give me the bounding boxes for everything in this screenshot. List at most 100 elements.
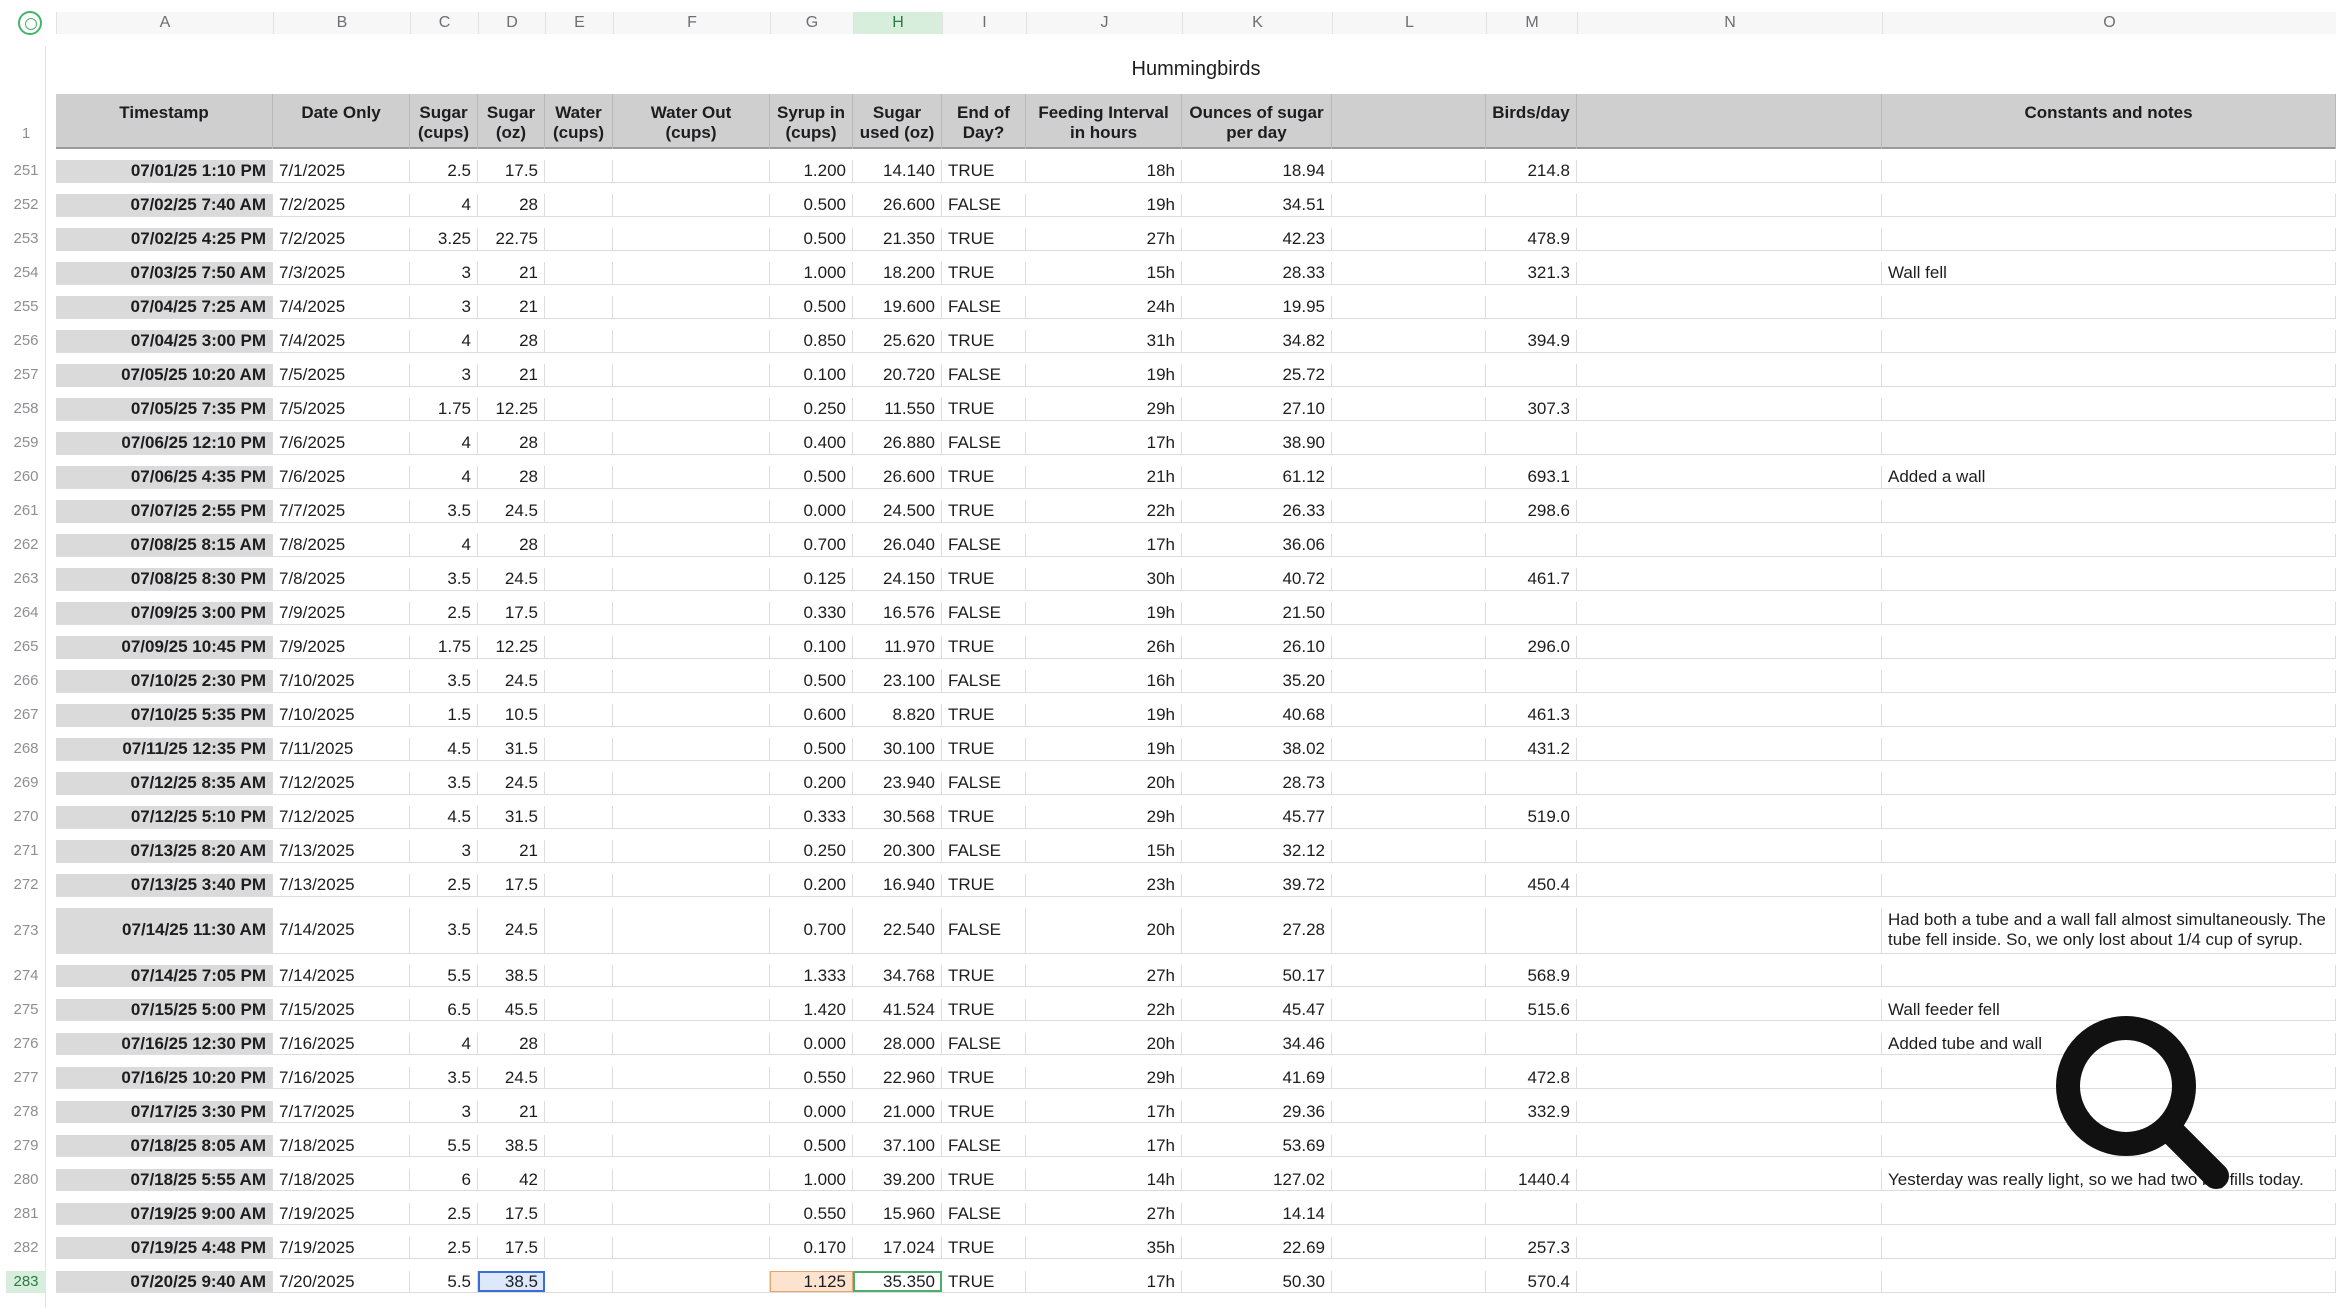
end-of-day-cell[interactable]: TRUE: [942, 262, 1026, 284]
timestamp-cell[interactable]: 07/14/25 7:05 PM: [56, 964, 273, 987]
sugar-oz-cell[interactable]: 28: [478, 466, 545, 488]
ounces-per-day-cell[interactable]: 26.33: [1182, 500, 1332, 522]
sugar-used-cell[interactable]: 21.000: [853, 1100, 942, 1123]
notes-cell[interactable]: Had both a tube and a wall fall almost s…: [1882, 908, 2336, 953]
notes-cell[interactable]: [1882, 840, 2336, 862]
empty-cell-e[interactable]: [545, 160, 613, 182]
notes-cell[interactable]: Added a wall: [1882, 466, 2336, 488]
timestamp-cell[interactable]: 07/01/25 1:10 PM: [56, 160, 273, 182]
empty-cell-l[interactable]: [1332, 806, 1486, 828]
notes-cell[interactable]: [1882, 500, 2336, 522]
column-letter-n[interactable]: N: [1577, 12, 1882, 34]
birds-per-day-cell[interactable]: 307.3: [1486, 398, 1577, 420]
empty-cell-n[interactable]: [1577, 1100, 1882, 1123]
feeding-interval-cell[interactable]: 29h: [1026, 1066, 1182, 1089]
empty-cell-l[interactable]: [1332, 738, 1486, 760]
empty-cell-n[interactable]: [1577, 534, 1882, 556]
empty-cell-n[interactable]: [1577, 1066, 1882, 1089]
feeding-interval-cell[interactable]: 19h: [1026, 704, 1182, 726]
timestamp-cell[interactable]: 07/05/25 7:35 PM: [56, 398, 273, 420]
timestamp-cell[interactable]: 07/06/25 12:10 PM: [56, 432, 273, 454]
syrup-in-cell[interactable]: 0.100: [770, 364, 853, 386]
header-cell-e[interactable]: Water (cups): [545, 94, 613, 149]
feeding-interval-cell[interactable]: 15h: [1026, 840, 1182, 862]
timestamp-cell[interactable]: 07/13/25 3:40 PM: [56, 874, 273, 896]
date-cell[interactable]: 7/6/2025: [273, 466, 410, 488]
empty-cell-n[interactable]: [1577, 1202, 1882, 1225]
end-of-day-cell[interactable]: TRUE: [942, 874, 1026, 896]
sugar-used-cell[interactable]: 22.540: [853, 908, 942, 953]
row-number[interactable]: 282: [6, 1237, 46, 1260]
ounces-per-day-cell[interactable]: 19.95: [1182, 296, 1332, 318]
sugar-cups-cell[interactable]: 3: [410, 840, 478, 862]
feeding-interval-cell[interactable]: 15h: [1026, 262, 1182, 284]
sugar-used-cell[interactable]: 19.600: [853, 296, 942, 318]
syrup-in-cell[interactable]: 1.000: [770, 1168, 853, 1191]
header-cell-l[interactable]: [1332, 94, 1486, 149]
ounces-per-day-cell[interactable]: 22.69: [1182, 1236, 1332, 1259]
row-number[interactable]: 274: [6, 965, 46, 988]
timestamp-cell[interactable]: 07/11/25 12:35 PM: [56, 738, 273, 760]
timestamp-cell[interactable]: 07/03/25 7:50 AM: [56, 262, 273, 284]
empty-cell-n[interactable]: [1577, 908, 1882, 953]
ounces-per-day-cell[interactable]: 45.47: [1182, 998, 1332, 1021]
date-cell[interactable]: 7/12/2025: [273, 806, 410, 828]
ounces-per-day-cell[interactable]: 53.69: [1182, 1134, 1332, 1157]
header-cell-f[interactable]: Water Out (cups): [613, 94, 770, 149]
empty-cell-n[interactable]: [1577, 704, 1882, 726]
empty-cell-n[interactable]: [1577, 738, 1882, 760]
sugar-cups-cell[interactable]: 3.25: [410, 228, 478, 250]
syrup-in-cell[interactable]: 0.250: [770, 398, 853, 420]
syrup-in-cell[interactable]: 0.500: [770, 1134, 853, 1157]
notes-cell[interactable]: [1882, 1236, 2336, 1259]
empty-cell-l[interactable]: [1332, 964, 1486, 987]
ounces-per-day-cell[interactable]: 50.17: [1182, 964, 1332, 987]
birds-per-day-cell[interactable]: 519.0: [1486, 806, 1577, 828]
column-letter-h[interactable]: H: [853, 12, 942, 34]
column-letter-i[interactable]: I: [942, 12, 1026, 34]
birds-per-day-cell[interactable]: 394.9: [1486, 330, 1577, 352]
empty-cell-n[interactable]: [1577, 840, 1882, 862]
birds-per-day-cell[interactable]: [1486, 908, 1577, 953]
end-of-day-cell[interactable]: TRUE: [942, 704, 1026, 726]
column-letter-a[interactable]: A: [56, 12, 273, 34]
syrup-in-cell[interactable]: 0.500: [770, 670, 853, 692]
header-cell-d[interactable]: Sugar (oz): [478, 94, 545, 149]
syrup-in-cell[interactable]: 0.400: [770, 432, 853, 454]
sugar-cups-cell[interactable]: 3: [410, 296, 478, 318]
timestamp-cell[interactable]: 07/12/25 8:35 AM: [56, 772, 273, 794]
empty-cell-l[interactable]: [1332, 1066, 1486, 1089]
birds-per-day-cell[interactable]: [1486, 1202, 1577, 1225]
empty-cell-n[interactable]: [1577, 194, 1882, 216]
birds-per-day-cell[interactable]: 568.9: [1486, 964, 1577, 987]
date-cell[interactable]: 7/3/2025: [273, 262, 410, 284]
sugar-cups-cell[interactable]: 3.5: [410, 908, 478, 953]
birds-per-day-cell[interactable]: [1486, 534, 1577, 556]
sugar-used-cell[interactable]: 26.040: [853, 534, 942, 556]
empty-cell-f[interactable]: [613, 568, 770, 590]
column-letter-o[interactable]: O: [1882, 12, 2336, 34]
timestamp-cell[interactable]: 07/10/25 2:30 PM: [56, 670, 273, 692]
end-of-day-cell[interactable]: FALSE: [942, 194, 1026, 216]
row-number[interactable]: 1: [6, 119, 46, 149]
date-cell[interactable]: 7/4/2025: [273, 296, 410, 318]
empty-cell-l[interactable]: [1332, 1134, 1486, 1157]
empty-cell-l[interactable]: [1332, 1168, 1486, 1191]
sugar-cups-cell[interactable]: 3: [410, 262, 478, 284]
empty-cell-n[interactable]: [1577, 874, 1882, 896]
birds-per-day-cell[interactable]: 693.1: [1486, 466, 1577, 488]
empty-cell-n[interactable]: [1577, 602, 1882, 624]
feeding-interval-cell[interactable]: 30h: [1026, 568, 1182, 590]
feeding-interval-cell[interactable]: 17h: [1026, 534, 1182, 556]
header-cell-g[interactable]: Syrup in (cups): [770, 94, 853, 149]
empty-cell-n[interactable]: [1577, 1236, 1882, 1259]
end-of-day-cell[interactable]: TRUE: [942, 1236, 1026, 1259]
end-of-day-cell[interactable]: FALSE: [942, 772, 1026, 794]
syrup-in-cell[interactable]: 0.333: [770, 806, 853, 828]
header-cell-j[interactable]: Feeding Interval in hours: [1026, 94, 1182, 149]
date-cell[interactable]: 7/15/2025: [273, 998, 410, 1021]
sugar-used-cell[interactable]: 24.500: [853, 500, 942, 522]
empty-cell-n[interactable]: [1577, 1168, 1882, 1191]
empty-cell-e[interactable]: [545, 296, 613, 318]
notes-cell[interactable]: [1882, 160, 2336, 182]
